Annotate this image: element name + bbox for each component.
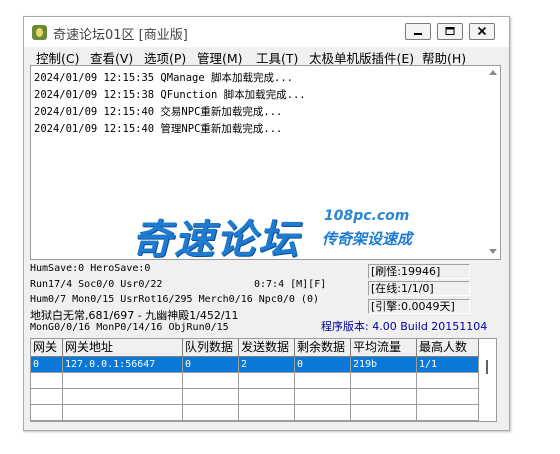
table-cell[interactable]: 0 (31, 357, 63, 373)
table-scrollbar[interactable] (481, 357, 496, 421)
scroll-down-icon[interactable] (489, 249, 497, 254)
online-box: [在线:1/1/0] (368, 281, 470, 296)
log-line: 2024/01/09 12:15:35 QManage 脚本加载完成... (34, 72, 293, 84)
table-cell[interactable]: 2 (239, 357, 295, 373)
empty-cell (417, 405, 479, 421)
menu-bar: 控制(C) 查看(V) 选项(P) 管理(M) 工具(T) 太极单机版插件(E)… (24, 47, 509, 67)
refresh-monster-box: [刷怪:19946] (368, 264, 470, 279)
column-header-gateway[interactable]: 网关 (31, 339, 63, 357)
empty-cell (239, 389, 295, 405)
empty-cell (239, 405, 295, 421)
empty-cell (351, 373, 417, 389)
status-monster: 地狱白无常,681/697 - 九幽神殿1/452/11 (30, 309, 239, 322)
empty-cell (351, 389, 417, 405)
minimize-button[interactable] (405, 23, 431, 40)
empty-cell (351, 405, 417, 421)
watermark-url: 108pc.com (324, 208, 410, 224)
empty-cell (31, 405, 63, 421)
column-header-sent[interactable]: 发送数据 (239, 339, 295, 357)
empty-cell (31, 389, 63, 405)
column-header-traffic[interactable]: 平均流量 (351, 339, 417, 357)
empty-cell (183, 373, 239, 389)
log-scrollbar[interactable] (486, 66, 500, 259)
empty-cell (239, 373, 295, 389)
column-header-address[interactable]: 网关地址 (63, 339, 183, 357)
empty-cell (417, 373, 479, 389)
maximize-button[interactable] (437, 23, 463, 40)
empty-cell (295, 405, 351, 421)
table-cell[interactable]: 1/1 (417, 357, 479, 373)
close-icon (477, 26, 487, 36)
watermark-slogan: 传奇架设速成 (322, 230, 413, 248)
log-line: 2024/01/09 12:15:40 交易NPC重新加载完成... (34, 106, 283, 118)
empty-cell (295, 373, 351, 389)
table-cell[interactable]: 127.0.0.1:56647 (63, 357, 183, 373)
app-window: 奇速论坛01区 [商业版] 控制(C) 查看(V) 选项(P) 管理(M) 工具… (23, 16, 510, 431)
column-header-remaining[interactable]: 剩余数据 (295, 339, 351, 357)
scroll-up-icon[interactable] (489, 70, 497, 75)
empty-cell (417, 389, 479, 405)
empty-cell (295, 389, 351, 405)
empty-cell (183, 389, 239, 405)
column-header-max-users[interactable]: 最高人数 (417, 339, 479, 357)
scroll-thumb[interactable] (486, 360, 488, 374)
watermark-main-text: 奇速论坛 (132, 217, 300, 263)
log-line: 2024/01/09 12:15:40 管理NPC重新加载完成... (34, 123, 283, 135)
table-cell[interactable]: 219b (351, 357, 417, 373)
minimize-icon (414, 33, 422, 35)
version-label: 程序版本: 4.00 Build 20151104 (321, 320, 488, 333)
empty-cell (63, 389, 183, 405)
status-counts: Hum0/7 Mon0/15 UsrRot16/295 Merch0/16 Np… (30, 294, 319, 305)
window-title: 奇速论坛01区 [商业版] (53, 28, 188, 43)
title-bar[interactable]: 奇速论坛01区 [商业版] (24, 17, 509, 47)
maximize-icon (445, 27, 455, 35)
empty-cell (31, 373, 63, 389)
table-cell[interactable]: 0 (183, 357, 239, 373)
close-button[interactable] (469, 23, 495, 40)
status-run: Run17/4 Soc0/0 Usr0/22 (30, 279, 163, 290)
engine-box: [引擎:0.0049天] (368, 299, 470, 314)
column-header-queue[interactable]: 队列数据 (183, 339, 239, 357)
gateway-table[interactable]: 网关 网关地址 队列数据 发送数据 剩余数据 平均流量 最高人数 0 127.0… (30, 338, 497, 422)
app-icon[interactable] (32, 25, 47, 40)
status-uptime: 0:7:4 [M][F] (254, 279, 327, 290)
log-line: 2024/01/09 12:15:38 QFunction 脚本加载完成... (34, 89, 306, 101)
status-save: HumSave:0 HeroSave:0 (30, 263, 151, 274)
empty-cell (63, 405, 183, 421)
watermark-logo: 奇速论坛 108pc.com 传奇架设速成 (132, 207, 422, 263)
status-objects: MonG0/0/16 MonP0/14/16 ObjRun0/15 (30, 322, 229, 333)
table-cell[interactable]: 0 (295, 357, 351, 373)
empty-cell (183, 405, 239, 421)
empty-cell (63, 373, 183, 389)
